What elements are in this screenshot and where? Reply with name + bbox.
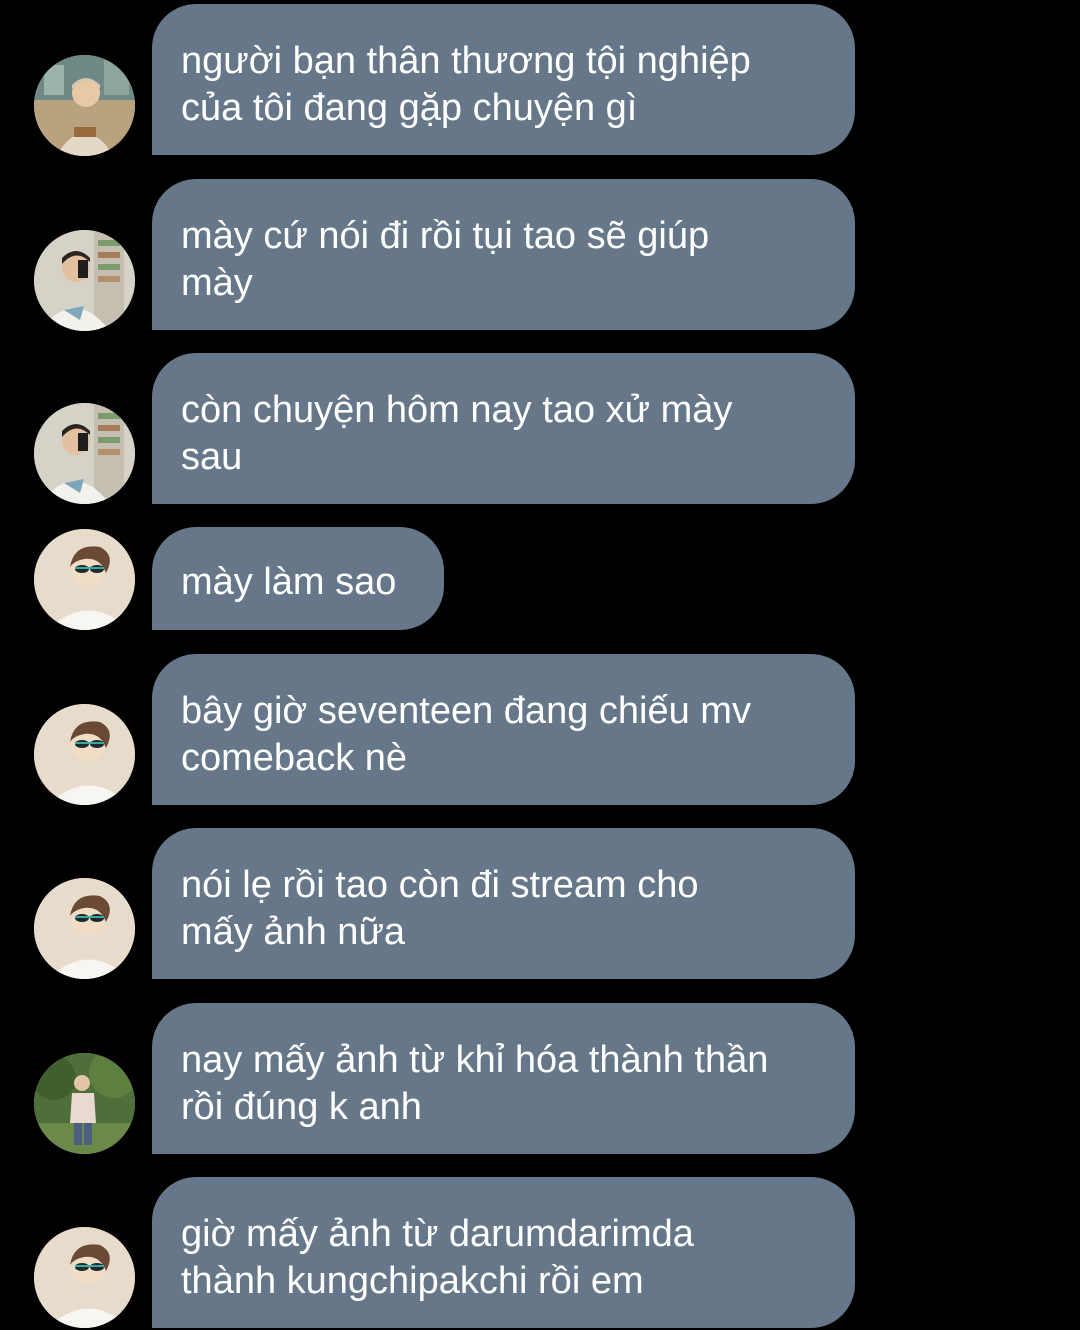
avatar-cafe-icon[interactable] — [34, 55, 135, 156]
message-bubble: mày cứ nói đi rồi tụi tao sẽ giúp mày — [152, 179, 855, 330]
avatar-mirror-selfie-icon[interactable] — [34, 403, 135, 504]
avatar-sunglasses-icon[interactable] — [34, 529, 135, 630]
message-bubble: giờ mấy ảnh từ darumdarimda thành kungch… — [152, 1177, 855, 1328]
message-bubble: người bạn thân thương tội nghiệp của tôi… — [152, 4, 855, 155]
avatar-sunglasses-icon[interactable] — [34, 1227, 135, 1328]
avatar-mirror-selfie-icon[interactable] — [34, 230, 135, 331]
message-bubble: còn chuyện hôm nay tao xử mày sau — [152, 353, 855, 504]
avatar-sunglasses-icon[interactable] — [34, 704, 135, 805]
avatar-sunglasses-icon[interactable] — [34, 878, 135, 979]
message-bubble: bây giờ seventeen đang chiếu mv comeback… — [152, 654, 855, 805]
message-bubble: nay mấy ảnh từ khỉ hóa thành thần rồi đú… — [152, 1003, 855, 1154]
message-bubble: nói lẹ rồi tao còn đi stream cho mấy ảnh… — [152, 828, 855, 979]
message-bubble: mày làm sao — [152, 527, 444, 630]
avatar-park-icon[interactable] — [34, 1053, 135, 1154]
